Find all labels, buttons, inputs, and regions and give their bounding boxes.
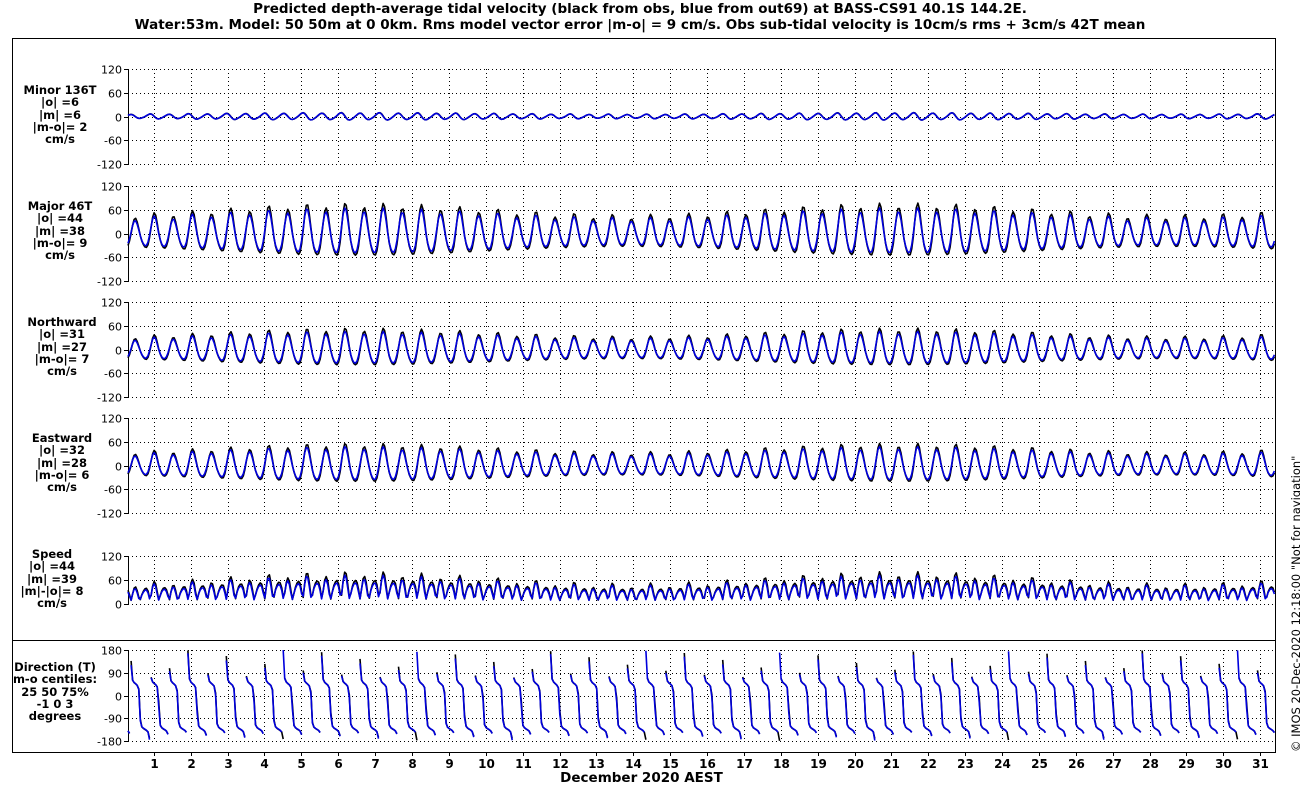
y-tick-label: -60 [104, 135, 122, 148]
x-tick-label: 7 [371, 757, 379, 771]
x-tick-label: 18 [773, 757, 790, 771]
tidal-velocity-chart: 120600-60-120120600-60-120120600-60-1201… [12, 38, 1276, 771]
series-obs [127, 650, 1276, 742]
x-tick-label: 28 [1142, 757, 1159, 771]
panel-speed: 120 60 0 [101, 551, 1276, 612]
panel-direction: 180 90 0 -90 -180 [97, 645, 1276, 749]
y-tick-label: 120 [101, 181, 122, 194]
x-tick-label: 23 [957, 757, 974, 771]
y-tick-label: 60 [108, 437, 122, 450]
x-tick-label: 3 [224, 757, 232, 771]
x-tick-label: 22 [920, 757, 937, 771]
x-tick-label: 2 [187, 757, 195, 771]
y-tick-label: 0 [115, 229, 122, 242]
x-tick-label: 9 [445, 757, 453, 771]
x-axis-label: December 2020 AEST [560, 770, 723, 786]
y-tick-label: 0 [115, 461, 122, 474]
series-model [127, 650, 1276, 741]
series-model [127, 111, 1275, 121]
y-tick-label: 60 [108, 321, 122, 334]
panel-minor: 120 60 0 -60 -120 [97, 64, 1275, 172]
y-tick-label: 120 [101, 413, 122, 426]
x-tick-label: 14 [625, 757, 642, 771]
x-tick-label: 16 [699, 757, 716, 771]
panel-north: 120 60 0 -60 -120 [97, 297, 1276, 405]
series-model [127, 574, 1276, 602]
y-tick-label: 120 [101, 297, 122, 310]
x-tick-label: 26 [1068, 757, 1085, 771]
panel-east: 120 60 0 -60 -120 [97, 413, 1276, 521]
x-tick-label: 4 [260, 757, 268, 771]
y-tick-label: -90 [104, 713, 122, 726]
panel-major: 120 60 0 -60 -120 [97, 181, 1276, 289]
y-tick-label: 0 [115, 345, 122, 358]
x-tick-label: 25 [1031, 757, 1048, 771]
y-tick-label: -180 [97, 736, 122, 749]
y-tick-label: 60 [108, 205, 122, 218]
y-tick-label: -120 [97, 276, 122, 289]
y-tick-label: -60 [104, 484, 122, 497]
y-tick-label: 0 [115, 112, 122, 125]
x-tick-label: 21 [883, 757, 900, 771]
x-tick-label: 20 [847, 757, 864, 771]
y-tick-label: -120 [97, 159, 122, 172]
x-tick-label: 12 [552, 757, 569, 771]
plot-frame [12, 38, 1276, 753]
x-tick-label: 10 [478, 757, 495, 771]
x-tick-label: 27 [1105, 757, 1122, 771]
y-tick-label: 0 [115, 691, 122, 704]
x-tick-label: 5 [297, 757, 305, 771]
y-tick-label: 60 [108, 575, 122, 588]
x-tick-label: 24 [994, 757, 1011, 771]
y-tick-label: -60 [104, 252, 122, 265]
x-tick-label: 30 [1215, 757, 1232, 771]
x-tick-label: 29 [1178, 757, 1195, 771]
y-tick-label: 120 [101, 551, 122, 564]
copyright-note: © IMOS 20-Dec-2020 12:18:00 "Not for nav… [1289, 455, 1300, 752]
x-tick-label: 17 [736, 757, 753, 771]
x-tick-label: 31 [1252, 757, 1269, 771]
x-tick-label: 15 [662, 757, 679, 771]
y-tick-label: -60 [104, 368, 122, 381]
y-tick-label: 0 [115, 599, 122, 612]
x-tick-label: 19 [810, 757, 827, 771]
y-tick-label: -120 [97, 508, 122, 521]
x-tick-label: 8 [408, 757, 416, 771]
y-tick-label: 90 [108, 668, 122, 681]
x-tick-label: 1 [150, 757, 158, 771]
y-tick-label: 120 [101, 64, 122, 77]
x-tick-label: 11 [515, 757, 532, 771]
x-tick-label: 13 [588, 757, 605, 771]
x-tick-label: 6 [334, 757, 342, 771]
y-tick-label: 60 [108, 88, 122, 101]
y-tick-label: 180 [101, 645, 122, 658]
y-tick-label: -120 [97, 392, 122, 405]
